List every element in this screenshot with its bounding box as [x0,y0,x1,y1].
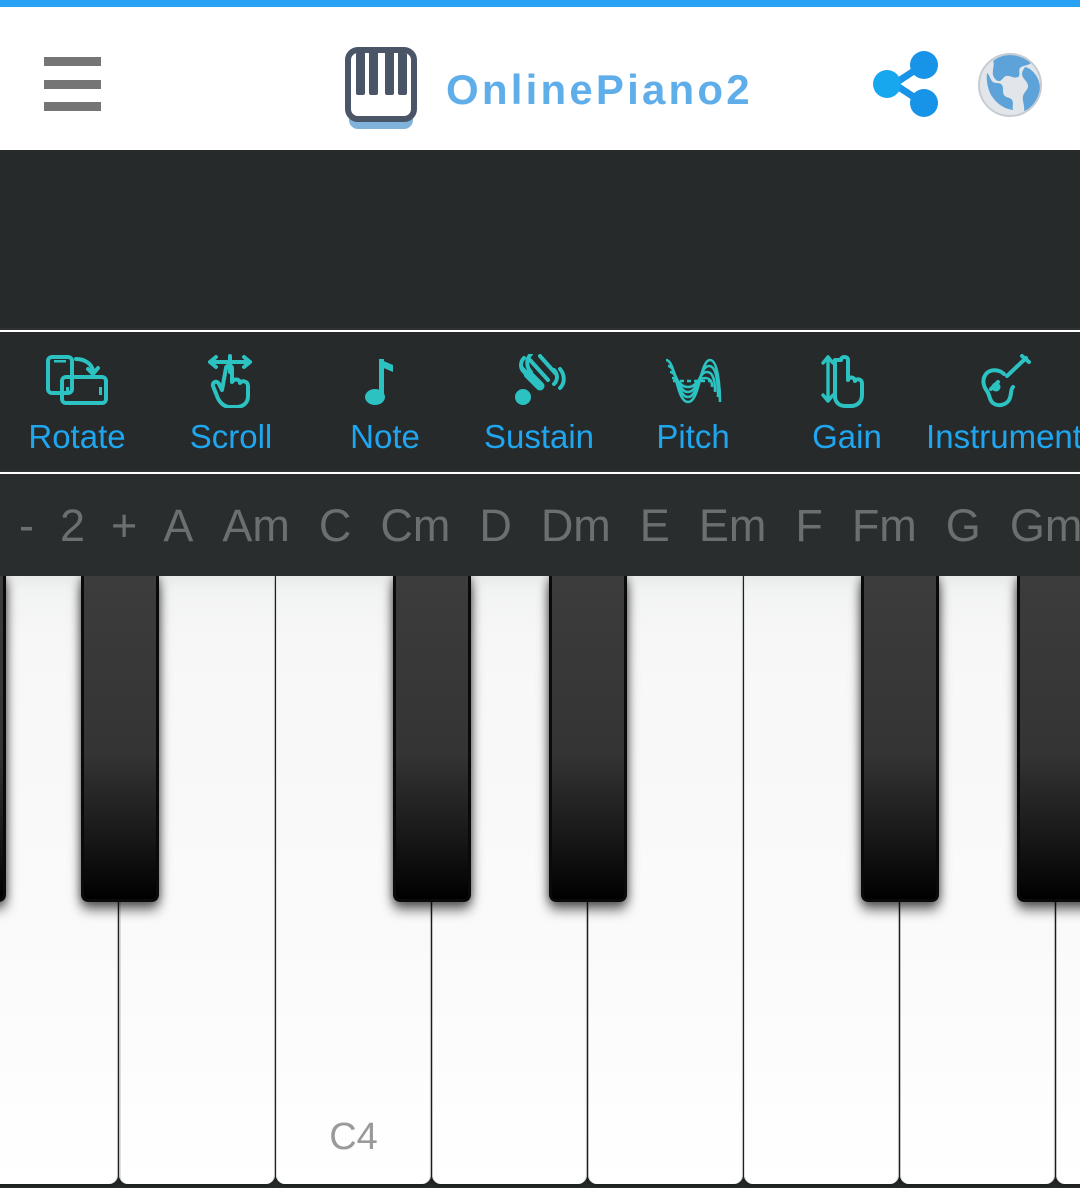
page-title: OnlinePiano2 [446,65,753,113]
tool-gain[interactable]: Gain [770,332,924,472]
chord-button-Gm[interactable]: Gm [994,503,1080,548]
logo-black-key-3 [385,53,394,95]
logo-body [345,47,417,122]
share-icon[interactable] [872,51,940,117]
chord-button-Am[interactable]: Am [206,503,306,548]
tool-label: Pitch [656,418,730,455]
black-key[interactable] [81,576,159,902]
chord-button-A[interactable]: A [150,503,206,548]
menu-bar-3 [44,102,101,111]
chord-button-E[interactable]: E [627,503,683,548]
chord-button-G[interactable]: G [933,503,994,548]
rotate-device-icon [0,354,154,408]
globe-language-icon[interactable] [975,51,1045,119]
chord-button-C[interactable]: C [306,503,365,548]
app-root: OnlinePiano2 Rotate Scroll Note Sustain … [0,0,1080,1188]
tool-rotate[interactable]: Rotate [0,332,154,472]
chord-button-minus[interactable]: - [6,503,47,548]
guitar-icon [924,354,1080,408]
tool-label: Rotate [28,418,126,455]
chord-button-2[interactable]: 2 [47,503,98,548]
menu-bar-2 [44,79,101,89]
chord-button-plus[interactable]: + [98,503,150,548]
brand: OnlinePiano2 [345,47,753,132]
tool-label: Gain [812,418,882,455]
black-key[interactable] [393,576,471,902]
tool-note[interactable]: Note [308,332,462,472]
black-key[interactable] [861,576,939,902]
tool-label: Instrument [926,418,1080,455]
chord-button-Dm[interactable]: Dm [525,503,627,548]
tool-scroll[interactable]: Scroll [154,332,308,472]
tool-label: Note [350,418,420,455]
key-label: C4 [329,1116,378,1158]
tool-toolbar: Rotate Scroll Note Sustain Pitch Gain In… [0,332,1080,472]
tool-label: Sustain [483,418,595,455]
hamburger-menu-icon[interactable] [44,57,101,111]
tool-pitch[interactable]: Pitch [616,332,770,472]
black-key[interactable] [1017,576,1080,902]
scroll-hand-icon [154,354,308,408]
waveform-icon [616,354,770,408]
tuning-fork-icon [462,354,616,408]
piano-logo-icon [345,47,422,132]
top-accent-strip [0,0,1080,7]
logo-black-key-1 [356,53,365,95]
score-display-area [0,150,1080,330]
chord-strip[interactable]: -2 + A Am C Cm D Dm E Em F Fm G Gm [0,474,1080,576]
tool-sustain[interactable]: Sustain [462,332,616,472]
chord-button-F[interactable]: F [782,503,836,548]
music-note-icon [308,354,462,408]
black-key[interactable] [0,576,6,902]
logo-black-key-4 [398,53,407,95]
chord-button-Em[interactable]: Em [683,503,783,548]
black-key[interactable] [549,576,627,902]
hand-updown-icon [770,354,924,408]
chord-button-D[interactable]: D [466,503,525,548]
tool-instrument[interactable]: Instrument [924,332,1080,472]
tool-label: Scroll [189,418,273,455]
chord-button-Cm[interactable]: Cm [364,503,466,548]
logo-black-key-2 [369,53,378,95]
menu-bar-1 [44,57,101,66]
app-header: OnlinePiano2 [0,7,1080,150]
chord-button-Fm[interactable]: Fm [836,503,933,548]
piano-keyboard[interactable]: C4 [0,576,1080,1188]
